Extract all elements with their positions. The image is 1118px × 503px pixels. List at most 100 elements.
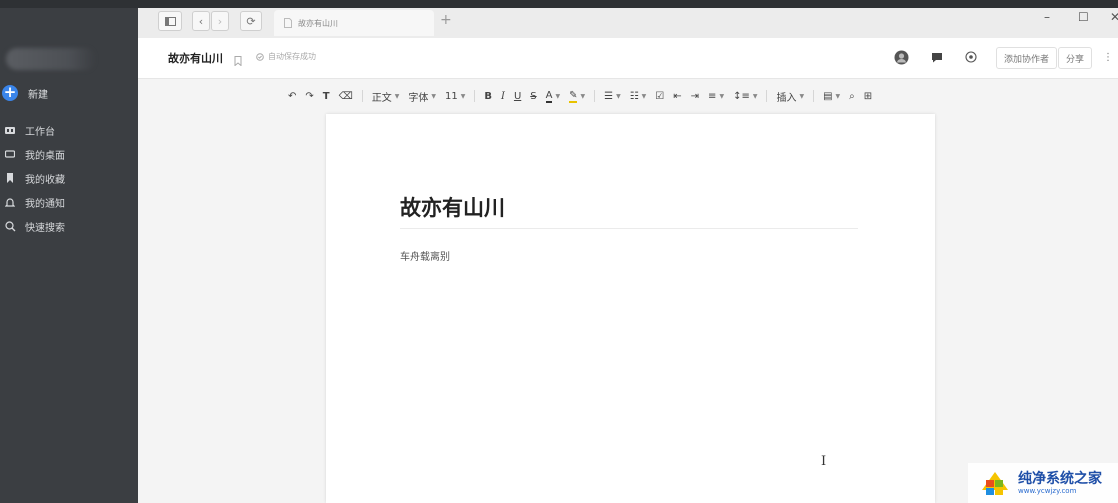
- document-header: 故亦有山川 自动保存成功 添加协作者 分享 ⋮: [138, 38, 1118, 79]
- font-size-value: 11: [445, 90, 458, 102]
- bullet-list-button[interactable]: ☷ ▼: [630, 87, 647, 105]
- insert-menu[interactable]: 插入 ▼: [776, 87, 804, 105]
- toggle-sidebar-button[interactable]: [158, 11, 182, 31]
- new-button[interactable]: + 新建: [2, 84, 48, 102]
- add-comment-icon: ⊞: [863, 90, 873, 102]
- ordered-list-icon: ☰: [604, 90, 614, 102]
- refresh-button[interactable]: ⟳: [240, 11, 262, 31]
- paragraph-style-select[interactable]: 正文 ▼: [372, 87, 400, 105]
- sidebar-item-label: 工作台: [25, 126, 55, 138]
- autosave-status: 自动保存成功: [256, 51, 316, 62]
- sidebar-item-notifications[interactable]: 我的通知: [0, 190, 138, 214]
- doc-title: 故亦有山川: [168, 52, 223, 65]
- add-collaborator-button[interactable]: 添加协作者: [996, 47, 1058, 69]
- sidebar: + 新建 工作台 我的桌面 我的收藏 我的通知 快速搜索: [0, 8, 138, 503]
- outline-button[interactable]: ▤ ▼: [823, 87, 840, 105]
- indent-icon: ⇥: [690, 90, 700, 102]
- toolbar-divider: [594, 90, 596, 102]
- toolbar-divider: [766, 90, 768, 102]
- checkbox-icon: ☑: [655, 90, 665, 102]
- find-replace-button[interactable]: ⌕: [849, 87, 855, 105]
- top-strip: [0, 0, 1118, 8]
- outdent-icon: ⇤: [673, 90, 682, 102]
- chevron-down-icon: ▼: [719, 92, 725, 100]
- format-toolbar: ↶ ↷ T ⌫ 正文 ▼ 字体 ▼ 11 ▼ B I U S A ▼ ✎ ▼ ☰ ▼ ☷ ▼ …: [288, 86, 988, 106]
- sidebar-item-workbench[interactable]: 工作台: [0, 118, 138, 142]
- new-label: 新建: [28, 89, 48, 101]
- align-button[interactable]: ≡ ▼: [708, 87, 724, 105]
- tab-bar: ‹ › ⟳ 故亦有山川 + – ☐ ✕: [138, 8, 1118, 38]
- chevron-down-icon: ▼: [460, 92, 466, 100]
- text-cursor-icon: I: [821, 454, 827, 469]
- presentation-icon[interactable]: [962, 48, 980, 66]
- toolbar-divider: [361, 90, 363, 102]
- undo-icon: ↶: [288, 90, 297, 102]
- highlight-button[interactable]: ✎ ▼: [569, 87, 585, 105]
- strikethrough-icon: S: [530, 90, 537, 102]
- back-button[interactable]: ‹: [192, 11, 210, 31]
- minimize-button[interactable]: –: [1044, 10, 1050, 24]
- font-family-value: 字体: [408, 92, 429, 104]
- font-size-select[interactable]: 11 ▼: [445, 87, 465, 105]
- indent-decrease-button[interactable]: ⇤: [673, 87, 681, 105]
- share-button[interactable]: 分享: [1058, 47, 1093, 69]
- font-color-button[interactable]: A ▼: [545, 87, 560, 105]
- comment-add-button[interactable]: ⊞: [864, 87, 872, 105]
- document-body[interactable]: 车舟载离别: [400, 248, 450, 263]
- sidebar-item-search[interactable]: 快速搜索: [0, 214, 138, 238]
- user-profile[interactable]: [6, 48, 96, 70]
- sidebar-item-label: 快速搜索: [25, 222, 65, 234]
- chevron-left-icon: ‹: [198, 14, 204, 28]
- sidebar-item-label: 我的通知: [25, 198, 65, 210]
- ordered-list-button[interactable]: ☰ ▼: [604, 87, 621, 105]
- find-icon: ⌕: [849, 90, 855, 102]
- highlight-icon: ✎: [569, 89, 578, 103]
- desktop-icon: [4, 148, 16, 160]
- outline-icon: ▤: [823, 90, 833, 102]
- chevron-down-icon: ▼: [580, 92, 586, 100]
- bullet-list-icon: ☷: [629, 90, 639, 102]
- sidebar-item-favorites[interactable]: 我的收藏: [0, 166, 138, 190]
- redo-icon: ↷: [305, 90, 314, 102]
- format-painter-icon: T: [322, 90, 330, 102]
- bookmark-icon[interactable]: [234, 51, 242, 70]
- windows-logo-icon: [982, 472, 1008, 495]
- bold-button[interactable]: B: [484, 87, 492, 105]
- tab-document[interactable]: 故亦有山川: [274, 10, 434, 36]
- sidebar-item-label: 我的桌面: [25, 150, 65, 162]
- italic-button[interactable]: I: [501, 87, 505, 105]
- font-family-select[interactable]: 字体 ▼: [408, 87, 436, 105]
- indent-increase-button[interactable]: ⇥: [691, 87, 699, 105]
- autosave-text: 自动保存成功: [268, 52, 316, 61]
- search-icon: [4, 220, 16, 232]
- format-painter-button[interactable]: T: [323, 87, 330, 105]
- user-avatar[interactable]: [892, 48, 910, 66]
- bold-icon: B: [484, 90, 492, 102]
- redo-button[interactable]: ↷: [305, 87, 313, 105]
- strikethrough-button[interactable]: S: [530, 87, 536, 105]
- sidebar-item-desktop[interactable]: 我的桌面: [0, 142, 138, 166]
- undo-button[interactable]: ↶: [288, 87, 296, 105]
- close-window-button[interactable]: ✕: [1110, 10, 1118, 24]
- maximize-button[interactable]: ☐: [1078, 10, 1089, 24]
- clear-format-button[interactable]: ⌫: [339, 87, 353, 105]
- paragraph-style-value: 正文: [371, 92, 392, 104]
- toolbar-divider: [813, 90, 815, 102]
- watermark-main: 纯净系统之家: [1018, 470, 1102, 487]
- new-tab-button[interactable]: +: [440, 12, 452, 28]
- comment-icon[interactable]: [928, 48, 946, 66]
- eraser-icon: ⌫: [338, 90, 353, 102]
- document-title[interactable]: 故亦有山川: [400, 192, 505, 222]
- chevron-down-icon: ▼: [752, 92, 758, 100]
- line-spacing-button[interactable]: ↕≡ ▼: [733, 87, 757, 105]
- align-left-icon: ≡: [708, 90, 717, 102]
- underline-icon: U: [513, 90, 522, 102]
- checklist-button[interactable]: ☑: [655, 87, 664, 105]
- tab-label: 故亦有山川: [298, 18, 338, 28]
- more-icon[interactable]: ⋮: [1102, 48, 1114, 66]
- forward-button[interactable]: ›: [211, 11, 229, 31]
- check-circle-icon: [256, 52, 264, 61]
- document-page[interactable]: 故亦有山川 车舟载离别 I: [326, 114, 935, 503]
- underline-button[interactable]: U: [514, 87, 521, 105]
- editor-window: ‹ › ⟳ 故亦有山川 + – ☐ ✕ 故亦有山川 自动保存成功 添加协作者 分: [138, 8, 1118, 503]
